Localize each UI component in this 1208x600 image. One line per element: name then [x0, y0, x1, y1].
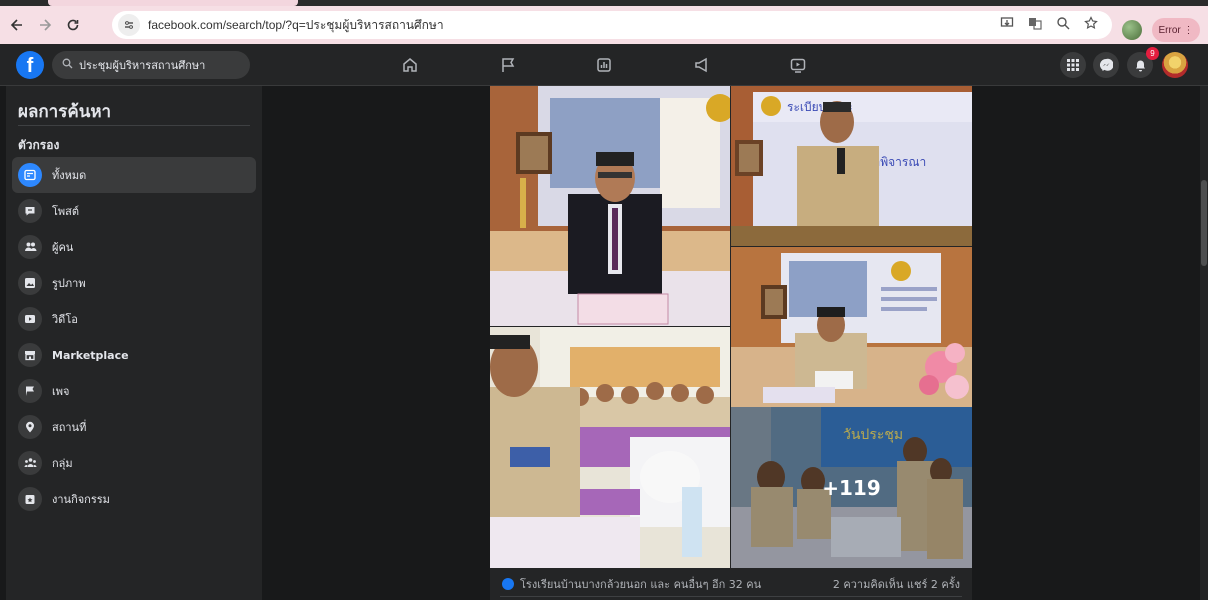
- sidebar-item-label: เพจ: [52, 385, 70, 398]
- sidebar-divider: [18, 125, 250, 126]
- menu-grid-icon[interactable]: [1060, 52, 1086, 78]
- browser-error-button[interactable]: Error ⋮: [1152, 18, 1200, 42]
- feed-gutter: [262, 86, 490, 600]
- sidebar-item-events[interactable]: งานกิจกรรม: [12, 481, 256, 517]
- sidebar-item-all[interactable]: ทั้งหมด: [12, 157, 256, 193]
- sidebar-item-label: รูปภาพ: [52, 277, 86, 290]
- more-photos-overlay[interactable]: +119: [731, 407, 972, 568]
- sidebar-item-label: ผู้คน: [52, 241, 74, 254]
- post-divider: [500, 596, 962, 597]
- error-label: Error: [1158, 24, 1181, 36]
- event-icon: [18, 487, 42, 511]
- sidebar-item-label: Marketplace: [52, 348, 129, 362]
- sidebar-item-posts[interactable]: โพสต์: [12, 193, 256, 229]
- search-result-post: ระเบียบวาระ เพื่อพิจารณา วันประชุม +119 …: [490, 86, 972, 600]
- nav-pages-flag-icon[interactable]: [488, 44, 528, 86]
- sidebar-item-label: สถานที่: [52, 421, 87, 434]
- comments-shares-summary[interactable]: 2 ความคิดเห็น แชร์ 2 ครั้ง: [833, 575, 960, 593]
- search-icon: [62, 58, 73, 72]
- address-bar[interactable]: facebook.com/search/top/?q=ประชุมผู้บริห…: [112, 11, 1112, 39]
- more-photos-count: +119: [822, 475, 881, 500]
- nav-home-icon[interactable]: [390, 44, 430, 86]
- url-text: facebook.com/search/top/?q=ประชุมผู้บริห…: [148, 17, 444, 32]
- sidebar-item-groups[interactable]: กลุ่ม: [12, 445, 256, 481]
- sidebar-item-marketplace[interactable]: Marketplace: [12, 337, 256, 373]
- sidebar-item-label: งานกิจกรรม: [52, 493, 110, 506]
- reload-icon[interactable]: [62, 14, 84, 36]
- sidebar-title: ผลการค้นหา: [18, 102, 112, 122]
- sidebar-item-label: โพสต์: [52, 205, 80, 218]
- back-icon[interactable]: [6, 14, 28, 36]
- search-query-text: ประชุมผู้บริหารสถานศึกษา: [79, 59, 206, 72]
- facebook-logo-icon[interactable]: f: [16, 51, 44, 79]
- page-scrollbar-thumb[interactable]: [1201, 180, 1207, 266]
- location-icon: [18, 415, 42, 439]
- post-photo-2[interactable]: ระเบียบวาระ เพื่อพิจารณา: [731, 86, 972, 246]
- install-app-icon[interactable]: [1000, 16, 1014, 34]
- sidebar-item-pages[interactable]: เพจ: [12, 373, 256, 409]
- flag-icon: [18, 379, 42, 403]
- nav-dashboard-icon[interactable]: [584, 44, 624, 86]
- nav-ads-megaphone-icon[interactable]: [682, 44, 722, 86]
- facebook-search-input[interactable]: ประชุมผู้บริหารสถานศึกษา: [52, 51, 250, 79]
- reactions-summary[interactable]: โรงเรียนบ้านบางกล้วยนอก และ คนอื่นๆ อีก …: [520, 575, 761, 593]
- photo-icon: [18, 271, 42, 295]
- sidebar-item-photos[interactable]: รูปภาพ: [12, 265, 256, 301]
- search-results-sidebar: ผลการค้นหา ตัวกรอง ทั้งหมด โพสต์ ผู้คน ร…: [6, 86, 262, 600]
- people-icon: [18, 235, 42, 259]
- forward-icon[interactable]: [34, 14, 56, 36]
- zoom-icon[interactable]: [1056, 16, 1070, 34]
- browser-toolbar: facebook.com/search/top/?q=ประชุมผู้บริห…: [0, 6, 1208, 44]
- menu-icon: ⋮: [1183, 24, 1194, 36]
- filter-heading: ตัวกรอง: [18, 138, 60, 152]
- bookmark-star-icon[interactable]: [1084, 16, 1098, 34]
- nav-watch-icon[interactable]: [778, 44, 818, 86]
- sidebar-item-label: ทั้งหมด: [52, 169, 87, 182]
- facebook-header: f ประชุมผู้บริหารสถานศึกษา: [0, 44, 1208, 86]
- sidebar-item-label: วิดีโอ: [52, 313, 78, 326]
- notification-count-badge: 9: [1146, 47, 1159, 60]
- group-icon: [18, 451, 42, 475]
- site-info-icon[interactable]: [118, 14, 140, 36]
- post-photo-4[interactable]: [490, 327, 730, 568]
- account-avatar[interactable]: [1162, 52, 1188, 78]
- like-reaction-icon: [502, 578, 514, 590]
- post-photo-3[interactable]: [731, 247, 972, 407]
- address-bar-actions: [1000, 16, 1098, 34]
- page-scrollbar-track[interactable]: [1200, 86, 1208, 600]
- translate-icon[interactable]: [1028, 16, 1042, 34]
- video-icon: [18, 307, 42, 331]
- marketplace-icon: [18, 343, 42, 367]
- feed-icon: [18, 163, 42, 187]
- sidebar-item-people[interactable]: ผู้คน: [12, 229, 256, 265]
- post-icon: [18, 199, 42, 223]
- sidebar-item-places[interactable]: สถานที่: [12, 409, 256, 445]
- sidebar-item-videos[interactable]: วิดีโอ: [12, 301, 256, 337]
- post-photo-1[interactable]: [490, 86, 730, 326]
- browser-profile-icon[interactable]: [1122, 20, 1142, 40]
- sidebar-item-label: กลุ่ม: [52, 457, 73, 470]
- messenger-icon[interactable]: [1093, 52, 1119, 78]
